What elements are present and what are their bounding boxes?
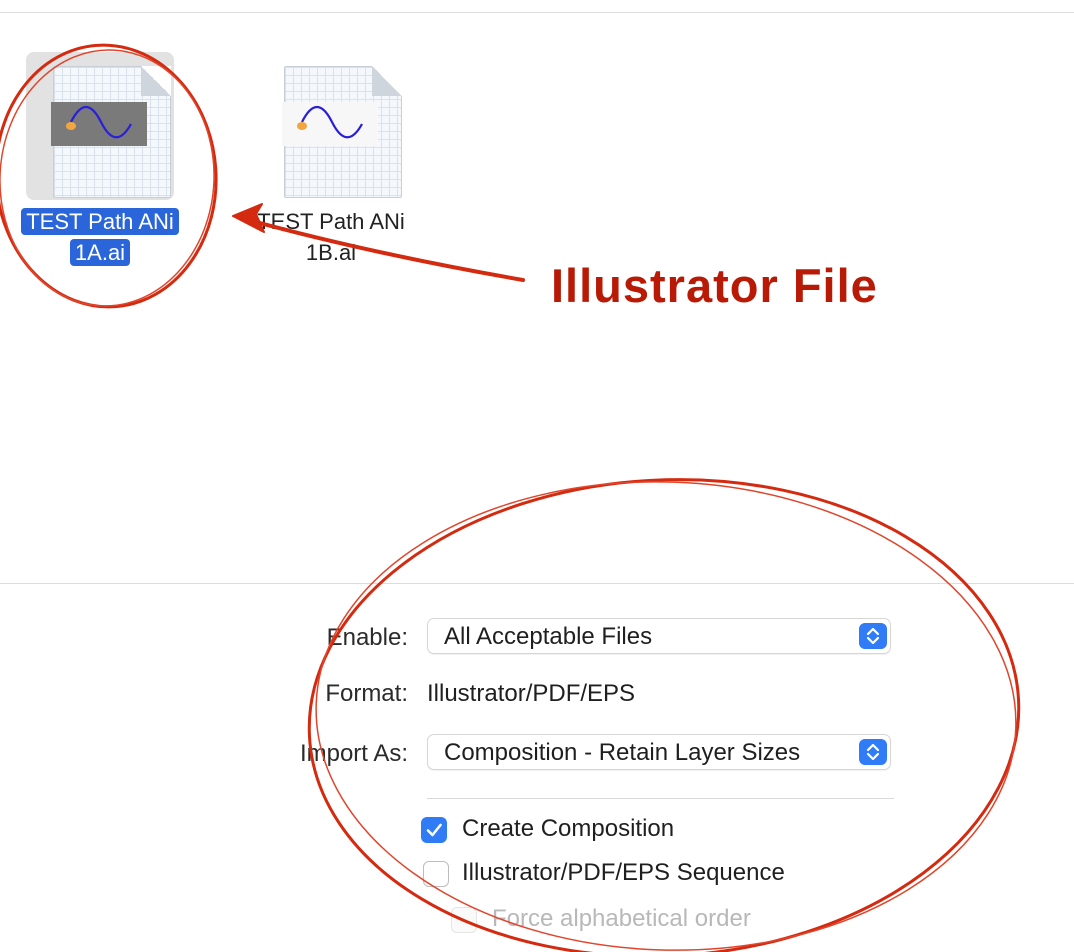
annotation-callout: Illustrator File [551,259,878,312]
import-as-select[interactable]: Composition - Retain Layer Sizes [427,734,891,770]
page-fold-icon [372,66,402,96]
sequence-label: Illustrator/PDF/EPS Sequence [462,859,785,886]
file-name-1a[interactable]: TEST Path ANi 1A.ai [5,206,195,268]
enable-select[interactable]: All Acceptable Files [427,618,891,654]
force-alphabetical-label: Force alphabetical order [492,905,751,932]
create-composition-label: Create Composition [462,815,675,842]
force-alphabetical-checkbox [451,907,477,933]
import-as-select-value: Composition - Retain Layer Sizes [444,739,801,766]
create-composition-checkbox[interactable] [421,817,447,843]
file-item-1a[interactable]: TEST Path ANi 1A.ai [5,52,195,268]
file-item-1b[interactable]: TEST Path ANi 1B.ai [236,52,426,268]
import-as-label: Import As: [299,740,408,767]
up-down-chevron-icon [859,739,887,765]
format-label: Format: [325,680,408,707]
file-thumbnail [51,102,147,146]
sequence-checkbox[interactable] [423,861,449,887]
options-divider [427,798,894,799]
file-icon-selection-bg [26,52,174,200]
enable-select-value: All Acceptable Files [444,623,653,650]
top-divider [0,12,1074,13]
panel-divider [0,583,1074,584]
up-down-chevron-icon [859,623,887,649]
page-fold-icon [141,66,171,96]
file-icon-wrap [257,52,405,200]
file-name-1b[interactable]: TEST Path ANi 1B.ai [236,206,426,268]
file-thumbnail [282,102,378,146]
format-value: Illustrator/PDF/EPS [427,680,636,707]
enable-label: Enable: [326,624,408,651]
